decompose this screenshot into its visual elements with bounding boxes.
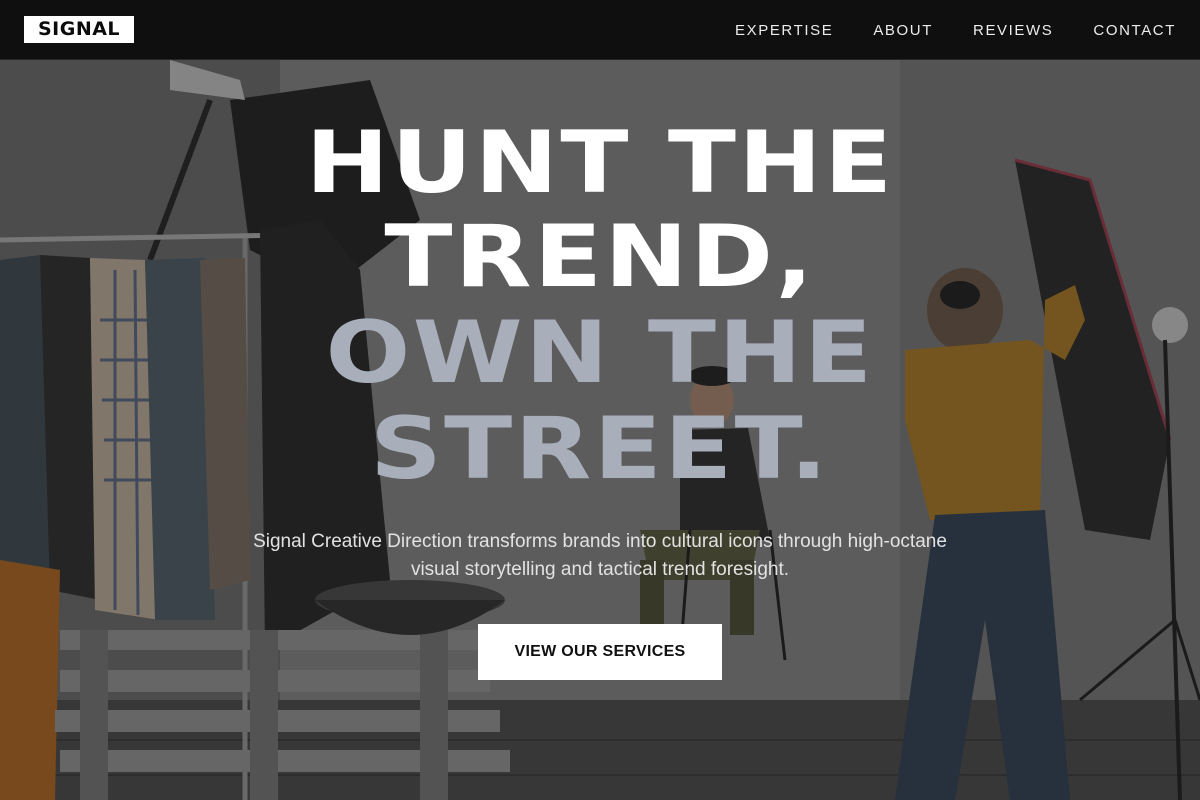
headline-line-4: STREET. (369, 399, 831, 499)
nav-link-contact[interactable]: CONTACT (1093, 22, 1176, 39)
nav-link-reviews[interactable]: REVIEWS (973, 22, 1053, 39)
hero-content: HUNT THE TREND, OWN THE STREET. Signal C… (0, 60, 1200, 800)
headline-line-1: HUNT THE (305, 113, 895, 213)
signal-logo[interactable]: SIGNAL (24, 16, 134, 43)
main-nav: EXPERTISE ABOUT REVIEWS CONTACT (735, 0, 1176, 60)
nav-link-expertise[interactable]: EXPERTISE (735, 22, 833, 39)
hero-section: HUNT THE TREND, OWN THE STREET. Signal C… (0, 60, 1200, 800)
view-services-button[interactable]: VIEW OUR SERVICES (478, 624, 722, 680)
top-navbar: SIGNAL EXPERTISE ABOUT REVIEWS CONTACT (0, 0, 1200, 60)
nav-link-about[interactable]: ABOUT (873, 22, 933, 39)
headline-line-3: OWN THE (325, 303, 875, 403)
landing-page: SIGNAL EXPERTISE ABOUT REVIEWS CONTACT H… (0, 0, 1200, 800)
headline-line-2: TREND, (384, 207, 816, 307)
hero-subtext: Signal Creative Direction transforms bra… (253, 531, 947, 580)
